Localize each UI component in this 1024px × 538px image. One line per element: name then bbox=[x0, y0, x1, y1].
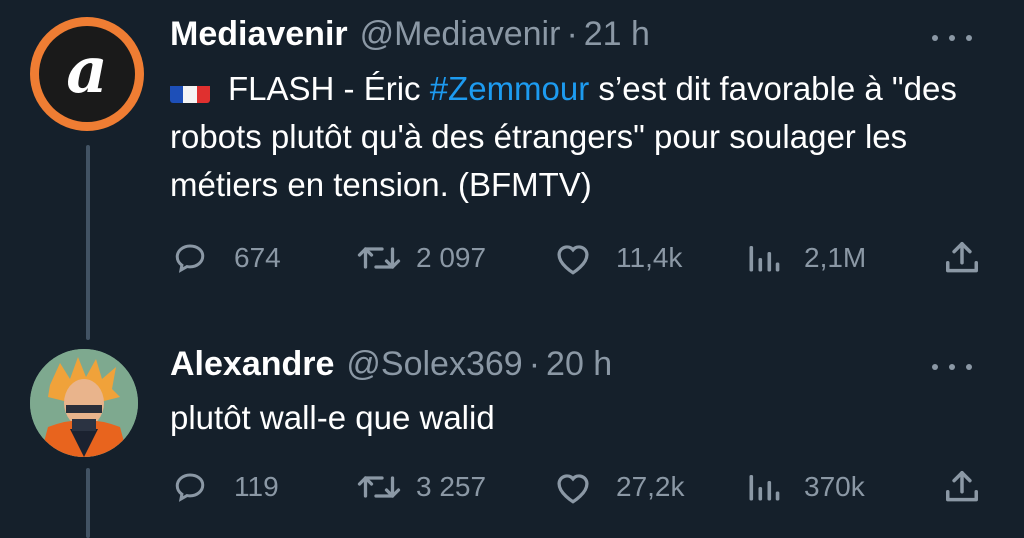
separator-dot: · bbox=[566, 15, 578, 53]
share-icon bbox=[946, 471, 978, 502]
views-button[interactable]: 2,1M bbox=[744, 238, 866, 278]
tweet-text: plutôt wall-e que walid bbox=[170, 399, 495, 436]
display-name[interactable]: Alexandre bbox=[170, 345, 334, 384]
analytics-icon bbox=[749, 475, 780, 501]
timestamp[interactable]: 20 h bbox=[546, 345, 612, 384]
views-count: 2,1M bbox=[804, 242, 867, 273]
views-count: 370k bbox=[804, 471, 865, 502]
tweet-header: Mediavenir @Mediavenir · 21 h bbox=[170, 15, 650, 55]
reply-icon bbox=[175, 473, 205, 502]
like-button[interactable]: 27,2k bbox=[552, 467, 685, 507]
france-flag-icon bbox=[170, 77, 210, 103]
user-handle[interactable]: @Solex369 bbox=[346, 345, 522, 384]
retweet-count: 2 097 bbox=[416, 242, 487, 273]
reply-count: 119 bbox=[234, 471, 279, 502]
heart-icon bbox=[557, 245, 589, 275]
like-button[interactable]: 11,4k bbox=[552, 238, 682, 278]
tweet-text-part: FLASH - Éric bbox=[228, 70, 430, 107]
views-button[interactable]: 370k bbox=[744, 467, 865, 507]
user-handle[interactable]: @Mediavenir bbox=[360, 15, 561, 54]
tweet-actions: 119 3 257 27,2k 370k bbox=[170, 467, 990, 507]
share-button[interactable] bbox=[942, 238, 982, 278]
analytics-icon bbox=[749, 246, 780, 272]
heart-icon bbox=[557, 474, 589, 504]
reply-icon bbox=[175, 244, 205, 273]
tweet-header: Alexandre @Solex369 · 20 h bbox=[170, 345, 612, 385]
display-name[interactable]: Mediavenir bbox=[170, 15, 348, 54]
reply-button[interactable]: 119 bbox=[170, 467, 279, 507]
tweet-text: FLASH - Éric #Zemmour s’est dit favorabl… bbox=[170, 65, 1000, 209]
like-count: 27,2k bbox=[616, 471, 685, 502]
separator-dot: · bbox=[528, 345, 541, 383]
avatar[interactable]: a bbox=[30, 17, 144, 131]
timestamp[interactable]: 21 h bbox=[584, 15, 650, 54]
thread-line-continuation bbox=[86, 468, 90, 538]
avatar-logo: a bbox=[66, 33, 108, 108]
tweet-actions: 674 2 097 11,4k 2,1M bbox=[170, 238, 990, 278]
share-button[interactable] bbox=[942, 467, 982, 507]
reply-button[interactable]: 674 bbox=[170, 238, 281, 278]
more-icon[interactable] bbox=[932, 357, 972, 377]
retweet-button[interactable]: 3 257 bbox=[356, 467, 486, 507]
reply-count: 674 bbox=[234, 242, 281, 273]
retweet-count: 3 257 bbox=[416, 471, 487, 502]
retweet-icon bbox=[357, 476, 401, 498]
hashtag-link[interactable]: #Zemmour bbox=[430, 70, 590, 107]
thread-line bbox=[86, 145, 90, 340]
more-icon[interactable] bbox=[932, 28, 972, 48]
avatar[interactable] bbox=[30, 349, 138, 457]
share-icon bbox=[946, 242, 978, 273]
retweet-button[interactable]: 2 097 bbox=[356, 238, 486, 278]
avatar-illustration bbox=[30, 349, 138, 457]
retweet-icon bbox=[357, 247, 401, 269]
like-count: 11,4k bbox=[616, 242, 683, 273]
